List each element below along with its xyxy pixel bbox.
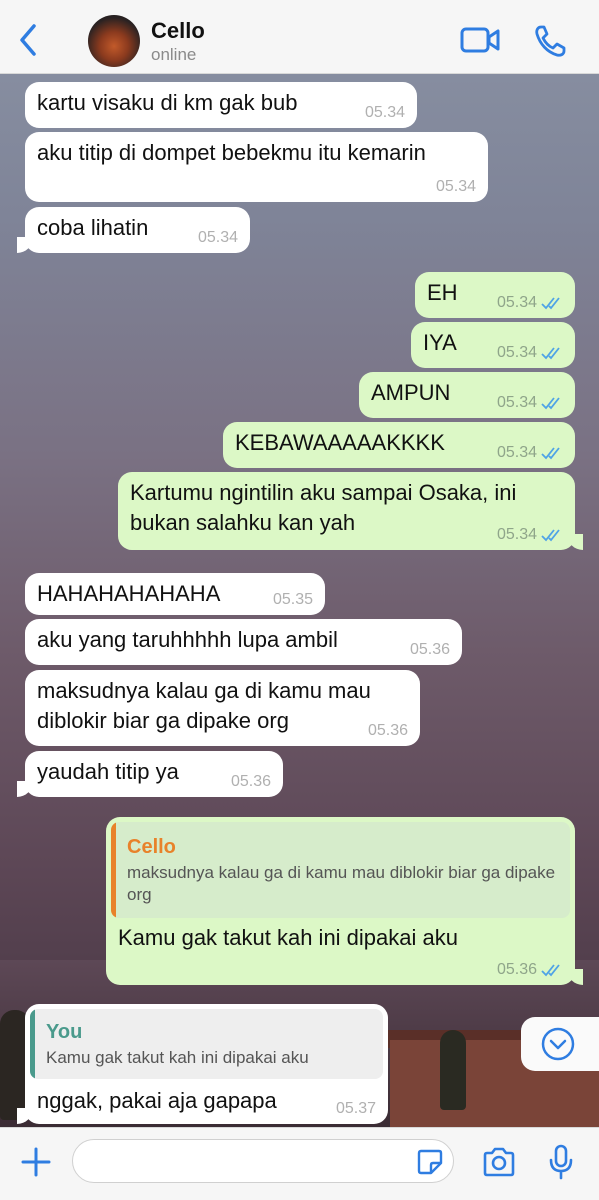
message-time: 05.37 bbox=[335, 1100, 376, 1117]
message-text: Kartumu ngintilin aku sampai Osaka, ini … bbox=[130, 480, 517, 535]
read-receipt-icon bbox=[541, 529, 560, 542]
message-list[interactable]: kartu visaku di km gak bub 05.34 aku tit… bbox=[0, 74, 599, 1127]
contact-status: online bbox=[151, 45, 197, 64]
message-time: 05.34 bbox=[496, 394, 537, 411]
reply-text: maksudnya kalau ga di kamu mau diblokir … bbox=[127, 863, 556, 904]
message-bubble[interactable]: AMPUN 05.34 bbox=[359, 372, 575, 418]
message-bubble[interactable]: HAHAHAHAHAHA 05.35 bbox=[25, 573, 325, 615]
chat-header: Cello online bbox=[0, 0, 599, 74]
message-time: 05.34 bbox=[197, 229, 238, 246]
message-time: 05.34 bbox=[496, 344, 537, 361]
read-receipt-icon bbox=[541, 964, 560, 977]
scroll-to-bottom-button[interactable] bbox=[521, 1017, 599, 1071]
message-text: EH bbox=[427, 280, 458, 305]
message-time: 05.34 bbox=[496, 294, 537, 311]
message-text: maksudnya kalau ga di kamu mau diblokir … bbox=[37, 678, 371, 733]
message-time: 05.34 bbox=[364, 104, 405, 121]
message-time: 05.34 bbox=[496, 526, 537, 543]
reply-quote[interactable]: You Kamu gak takut kah ini dipakai aku bbox=[30, 1009, 383, 1079]
reply-text: Kamu gak takut kah ini dipakai aku bbox=[46, 1048, 309, 1067]
message-time: 05.36 bbox=[367, 722, 408, 739]
sticker-icon[interactable] bbox=[417, 1149, 443, 1175]
camera-icon[interactable] bbox=[482, 1147, 516, 1177]
message-time: 05.34 bbox=[435, 178, 476, 195]
reply-author: You bbox=[46, 1021, 83, 1043]
message-text: aku yang taruhhhhh lupa ambil bbox=[37, 627, 338, 652]
plus-icon[interactable] bbox=[20, 1146, 52, 1178]
message-bubble[interactable]: coba lihatin 05.34 bbox=[17, 207, 250, 253]
message-text: KEBAWAAAAAKKKK bbox=[235, 430, 445, 455]
message-text: yaudah titip ya bbox=[37, 759, 179, 784]
message-bubble[interactable]: IYA 05.34 bbox=[411, 322, 575, 368]
contact-name[interactable]: Cello bbox=[151, 18, 205, 44]
message-bubble[interactable]: maksudnya kalau ga di kamu mau diblokir … bbox=[25, 670, 420, 746]
read-receipt-icon bbox=[541, 347, 560, 360]
read-receipt-icon bbox=[541, 397, 560, 410]
message-bubble[interactable]: You Kamu gak takut kah ini dipakai aku n… bbox=[17, 1004, 388, 1124]
message-time: 05.35 bbox=[272, 591, 313, 608]
message-bubble[interactable]: KEBAWAAAAAKKKK 05.34 bbox=[223, 422, 575, 468]
message-text: HAHAHAHAHAHA bbox=[37, 581, 221, 606]
message-time: 05.34 bbox=[496, 444, 537, 461]
phone-call-icon[interactable] bbox=[534, 24, 566, 58]
composer-bar bbox=[0, 1127, 599, 1200]
read-receipt-icon bbox=[541, 447, 560, 460]
message-text: coba lihatin bbox=[37, 215, 149, 240]
read-receipt-icon bbox=[541, 297, 560, 310]
message-bubble[interactable]: Cello maksudnya kalau ga di kamu mau dib… bbox=[106, 817, 583, 985]
message-bubble[interactable]: yaudah titip ya 05.36 bbox=[17, 751, 283, 797]
message-bubble[interactable]: kartu visaku di km gak bub 05.34 bbox=[25, 82, 417, 128]
chevron-left-icon[interactable] bbox=[14, 22, 44, 58]
reply-author: Cello bbox=[127, 836, 176, 858]
message-bubble[interactable]: Kartumu ngintilin aku sampai Osaka, ini … bbox=[118, 472, 583, 550]
message-text: nggak, pakai aja gapapa bbox=[37, 1088, 277, 1113]
video-call-icon[interactable] bbox=[460, 26, 500, 54]
message-time: 05.36 bbox=[496, 961, 537, 978]
message-time: 05.36 bbox=[409, 641, 450, 658]
chevron-down-circle-icon bbox=[541, 1027, 575, 1061]
message-input[interactable] bbox=[72, 1139, 454, 1183]
message-text: Kamu gak takut kah ini dipakai aku bbox=[118, 925, 458, 950]
message-text: IYA bbox=[423, 330, 457, 355]
microphone-icon[interactable] bbox=[548, 1144, 574, 1180]
reply-quote[interactable]: Cello maksudnya kalau ga di kamu mau dib… bbox=[111, 822, 570, 918]
message-time: 05.36 bbox=[230, 773, 271, 790]
message-bubble[interactable]: aku titip di dompet bebekmu itu kemarin … bbox=[25, 132, 488, 202]
message-text: aku titip di dompet bebekmu itu kemarin bbox=[37, 140, 426, 165]
avatar[interactable] bbox=[88, 15, 140, 67]
message-bubble[interactable]: EH 05.34 bbox=[415, 272, 575, 318]
message-text: kartu visaku di km gak bub bbox=[37, 90, 298, 115]
message-text: AMPUN bbox=[371, 380, 451, 405]
message-bubble[interactable]: aku yang taruhhhhh lupa ambil 05.36 bbox=[25, 619, 462, 665]
